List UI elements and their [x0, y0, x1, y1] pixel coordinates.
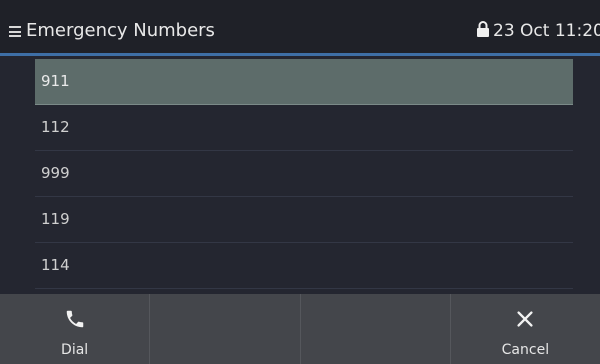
empty-softkey-2[interactable] [150, 294, 301, 364]
dial-softkey[interactable]: Dial [0, 294, 151, 364]
emergency-numbers-screen: Emergency Numbers 23 Oct 11:20 911 112 9… [0, 0, 600, 364]
emergency-number: 114 [41, 256, 70, 274]
emergency-number: 119 [41, 210, 70, 228]
emergency-number: 999 [41, 164, 70, 182]
header-bar: Emergency Numbers 23 Oct 11:20 [0, 0, 600, 56]
empty-softkey-3[interactable] [301, 294, 451, 364]
emergency-number-list: 911 112 999 119 114 [35, 59, 573, 289]
list-item[interactable]: 999 [35, 151, 573, 197]
phone-icon [66, 310, 83, 328]
list-item[interactable]: 119 [35, 197, 573, 243]
emergency-number: 911 [41, 72, 70, 90]
list-item[interactable]: 911 [35, 59, 573, 105]
softkey-bar: Dial Cancel [0, 294, 600, 364]
hamburger-menu-icon[interactable] [9, 26, 21, 37]
close-icon [517, 311, 533, 327]
cancel-label: Cancel [501, 342, 550, 358]
list-item[interactable]: 112 [35, 105, 573, 151]
dial-label: Dial [61, 342, 89, 358]
emergency-number: 112 [41, 118, 70, 136]
cancel-softkey[interactable]: Cancel [451, 294, 600, 364]
page-title: Emergency Numbers [26, 20, 215, 41]
date-time: 23 Oct 11:20 [493, 21, 600, 41]
lock-icon [477, 21, 489, 37]
list-item[interactable]: 114 [35, 243, 573, 289]
